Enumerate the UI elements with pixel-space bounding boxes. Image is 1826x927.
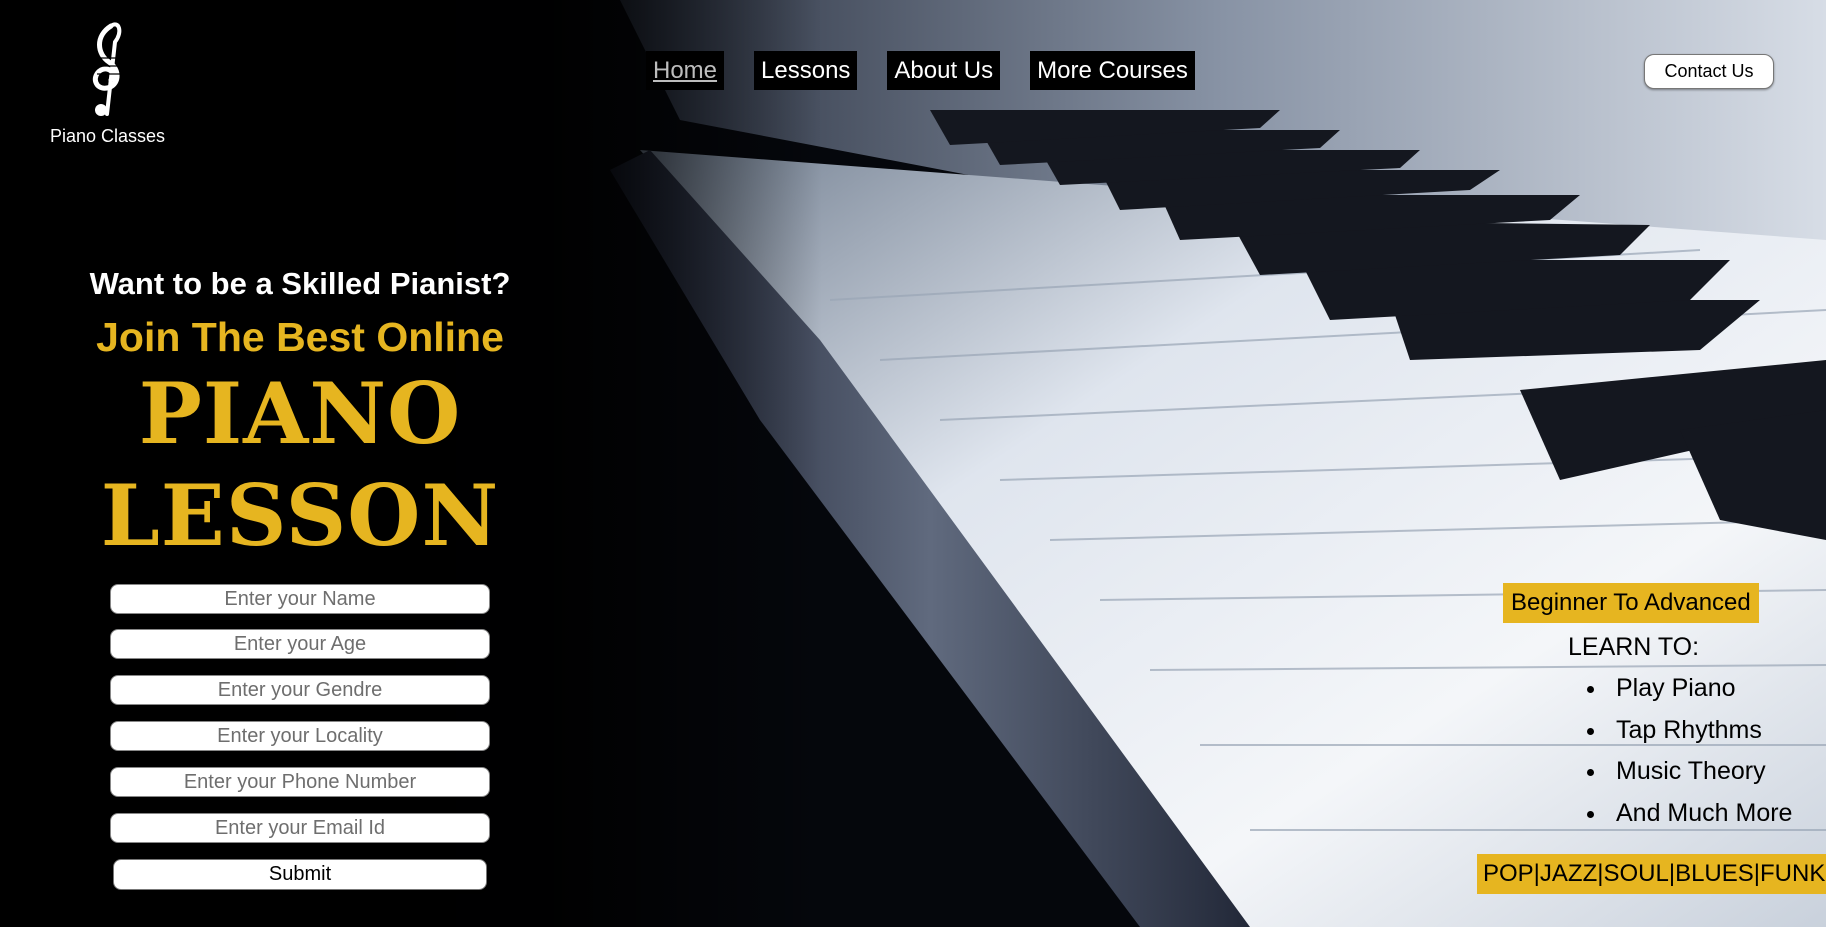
list-item: And Much More — [1608, 793, 1792, 835]
nav-about-us[interactable]: About Us — [887, 51, 1001, 90]
brand-logo[interactable]: Piano Classes — [40, 18, 175, 147]
learn-list: Play Piano Tap Rhythms Music Theory And … — [1570, 668, 1792, 834]
signup-form: Submit — [110, 584, 490, 890]
hero-join-text: Join The Best Online — [96, 314, 504, 360]
hero-section: Want to be a Skilled Pianist? Join The B… — [50, 266, 550, 567]
hero-title-lesson: LESSON — [100, 466, 500, 565]
brand-name: Piano Classes — [49, 126, 166, 146]
main-nav: Home Lessons About Us More Courses — [646, 51, 1195, 90]
age-input[interactable] — [110, 629, 490, 659]
submit-button[interactable]: Submit — [113, 859, 487, 890]
genres-badge: POP|JAZZ|SOUL|BLUES|FUNK — [1477, 854, 1826, 894]
level-badge: Beginner To Advanced — [1503, 583, 1759, 623]
name-input[interactable] — [110, 584, 490, 614]
gender-input[interactable] — [110, 675, 490, 705]
nav-home[interactable]: Home — [646, 51, 725, 90]
locality-input[interactable] — [110, 721, 490, 751]
learn-title: LEARN TO: — [1568, 633, 1700, 661]
email-input[interactable] — [110, 813, 490, 843]
treble-clef-icon — [92, 22, 121, 116]
phone-input[interactable] — [110, 767, 490, 797]
list-item: Play Piano — [1608, 668, 1792, 710]
nav-lessons[interactable]: Lessons — [754, 51, 858, 90]
nav-more-courses[interactable]: More Courses — [1030, 51, 1195, 90]
contact-us-button[interactable]: Contact Us — [1644, 54, 1774, 89]
hero-title-piano: PIANO — [138, 364, 462, 463]
list-item: Tap Rhythms — [1608, 710, 1792, 752]
list-item: Music Theory — [1608, 751, 1792, 793]
hero-question: Want to be a Skilled Pianist? — [89, 266, 511, 301]
